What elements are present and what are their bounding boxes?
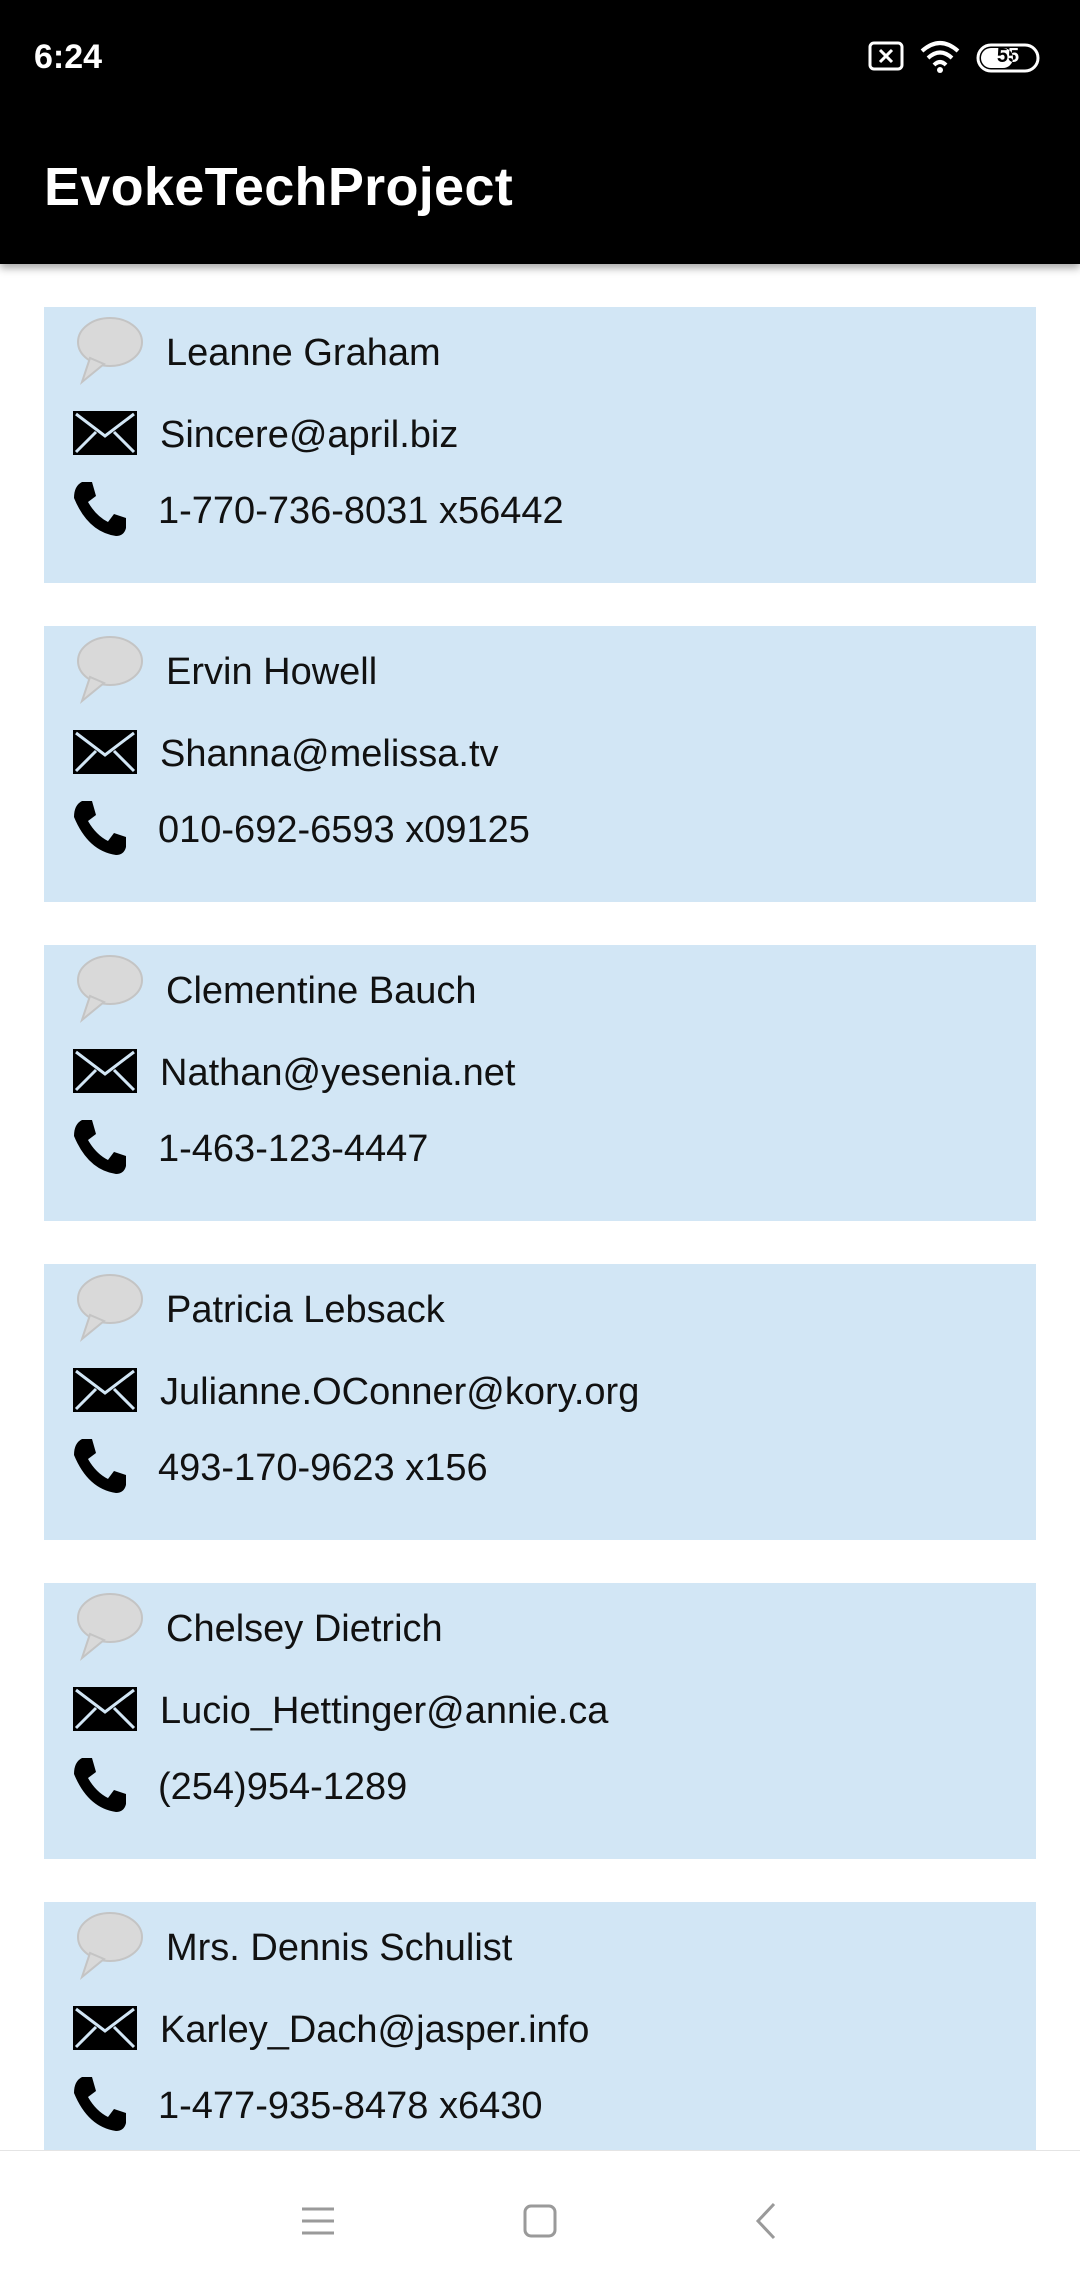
contact-name-row: Ervin Howell [72,634,377,710]
contact-name-row: Leanne Graham [72,315,441,391]
chat-bubble-icon [72,1273,144,1348]
phone-icon [68,1435,130,1502]
chat-bubble-icon [72,1911,144,1986]
envelope-icon [72,410,138,461]
contact-phone: 010-692-6593 x09125 [158,808,530,851]
envelope-icon [72,1367,138,1418]
contact-name: Clementine Bauch [166,969,477,1012]
square-home-icon [523,2204,557,2238]
contact-email: Lucio_Hettinger@annie.ca [160,1689,609,1732]
app-bar: EvokeTechProject [0,118,1080,264]
contact-name-row: Chelsey Dietrich [72,1591,443,1667]
envelope-icon [72,1048,138,1099]
envelope-icon [72,729,138,780]
contact-email: Julianne.OConner@kory.org [160,1370,640,1413]
sim-off-icon [868,41,904,76]
contact-card[interactable]: Clementine Bauch Nathan@yesenia.net 1-46… [44,945,1036,1221]
contact-email-row[interactable]: Nathan@yesenia.net [72,1045,515,1101]
contact-phone: 1-463-123-4447 [158,1127,429,1170]
home-button[interactable] [510,2191,570,2251]
contact-name: Leanne Graham [166,331,441,374]
chat-bubble-icon [72,316,144,391]
contact-card[interactable]: Leanne Graham Sincere@april.biz 1-770-73… [44,307,1036,583]
contact-phone-row[interactable]: 493-170-9623 x156 [68,1436,488,1500]
wifi-icon [918,39,962,78]
contact-email: Nathan@yesenia.net [160,1051,516,1094]
contact-phone-row[interactable]: 010-692-6593 x09125 [68,798,530,862]
contact-name: Patricia Lebsack [166,1288,445,1331]
contact-phone-row[interactable]: 1-463-123-4447 [68,1117,428,1181]
contact-email: Shanna@melissa.tv [160,732,499,775]
contact-email-row[interactable]: Lucio_Hettinger@annie.ca [72,1683,608,1739]
contact-phone-row[interactable]: 1-477-935-8478 x6430 [68,2074,543,2138]
status-bar: 6:24 55 [0,0,1080,118]
envelope-icon [72,2005,138,2056]
status-time: 6:24 [34,38,103,76]
contact-phone: 1-477-935-8478 x6430 [158,2084,543,2127]
menu-button[interactable] [288,2191,348,2251]
contact-card[interactable]: Ervin Howell Shanna@melissa.tv 010-692-6… [44,626,1036,902]
contact-name: Ervin Howell [166,650,378,693]
contact-phone-row[interactable]: 1-770-736-8031 x56442 [68,479,564,543]
contact-phone: (254)954-1289 [158,1765,408,1808]
back-button[interactable] [736,2191,796,2251]
contact-name: Mrs. Dennis Schulist [166,1926,513,1969]
chat-bubble-icon [72,635,144,710]
system-nav-bar [0,2150,1080,2281]
envelope-icon [72,1686,138,1737]
contact-phone: 1-770-736-8031 x56442 [158,489,564,532]
contact-phone-row[interactable]: (254)954-1289 [68,1755,407,1819]
hamburger-icon [302,2207,334,2235]
battery-level: 55 [996,45,1020,67]
app-title: EvokeTechProject [44,157,513,217]
contact-email-row[interactable]: Shanna@melissa.tv [72,726,499,782]
contact-name: Chelsey Dietrich [166,1607,443,1650]
contact-card[interactable]: Patricia Lebsack Julianne.OConner@kory.o… [44,1264,1036,1540]
contact-name-row: Patricia Lebsack [72,1272,445,1348]
phone-icon [68,478,130,545]
chat-bubble-icon [72,1592,144,1667]
contact-card[interactable]: Chelsey Dietrich Lucio_Hettinger@annie.c… [44,1583,1036,1859]
phone-icon [68,2073,130,2140]
chat-bubble-icon [72,954,144,1029]
back-chevron-icon [755,2202,776,2240]
contact-email-row[interactable]: Karley_Dach@jasper.info [72,2002,589,2058]
phone-icon [68,1754,130,1821]
status-icons: 55 [868,40,1044,76]
contact-phone: 493-170-9623 x156 [158,1446,488,1489]
contact-name-row: Mrs. Dennis Schulist [72,1910,512,1986]
contact-list[interactable]: Leanne Graham Sincere@april.biz 1-770-73… [44,307,1036,2221]
contact-card[interactable]: Mrs. Dennis Schulist Karley_Dach@jasper.… [44,1902,1036,2178]
phone-icon [68,1116,130,1183]
contact-email: Sincere@april.biz [160,413,459,456]
contact-name-row: Clementine Bauch [72,953,477,1029]
battery-icon: 55 [976,43,1044,73]
contact-email-row[interactable]: Julianne.OConner@kory.org [72,1364,639,1420]
contact-email: Karley_Dach@jasper.info [160,2008,590,2051]
contact-email-row[interactable]: Sincere@april.biz [72,407,458,463]
phone-icon [68,797,130,864]
